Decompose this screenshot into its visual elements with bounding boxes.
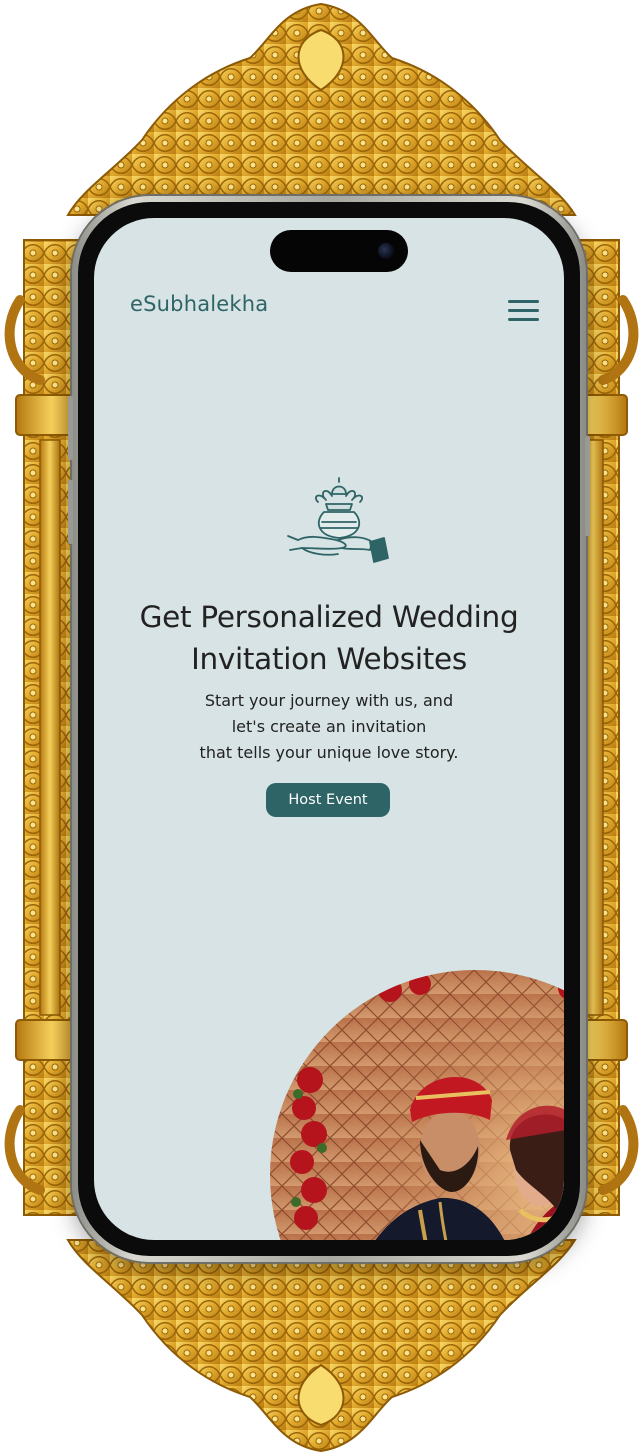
subtext-line: let's create an invitation bbox=[231, 717, 427, 736]
subtext-line: Start your journey with us, and bbox=[204, 691, 454, 710]
phone-screen: eSubhalekha Get Personalized Wedding Inv… bbox=[94, 218, 564, 1240]
hamburger-menu-icon[interactable] bbox=[508, 298, 540, 324]
host-event-button[interactable]: Host Event bbox=[266, 783, 390, 817]
hero-subtext: Start your journey with us, and let's cr… bbox=[94, 688, 564, 766]
phone-side-button bbox=[68, 396, 73, 460]
phone-mockup: eSubhalekha Get Personalized Wedding Inv… bbox=[68, 196, 590, 1262]
headline-line: Invitation Websites bbox=[191, 642, 467, 676]
front-camera-icon bbox=[378, 243, 394, 259]
phone-power-button bbox=[585, 436, 590, 536]
kalash-hands-icon bbox=[287, 477, 389, 563]
dynamic-island bbox=[270, 230, 408, 272]
hero-headline: Get Personalized Wedding Invitation Webs… bbox=[94, 596, 564, 680]
couple-photo bbox=[270, 970, 564, 1240]
subtext-line: that tells your unique love story. bbox=[199, 743, 459, 762]
phone-bezel: eSubhalekha Get Personalized Wedding Inv… bbox=[78, 202, 580, 1256]
phone-side-button bbox=[68, 480, 73, 544]
headline-line: Get Personalized Wedding bbox=[139, 600, 519, 634]
brand-logo-text[interactable]: eSubhalekha bbox=[130, 292, 268, 316]
